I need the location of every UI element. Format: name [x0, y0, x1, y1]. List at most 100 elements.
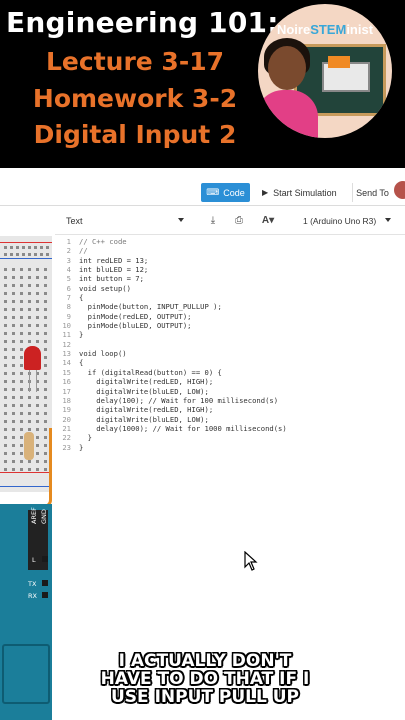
- code-line[interactable]: 7{: [55, 293, 405, 302]
- breadboard-hole: [20, 316, 23, 319]
- breadboard-hole: [44, 308, 47, 311]
- breadboard-hole: [28, 420, 31, 423]
- code-line[interactable]: 12: [55, 340, 405, 349]
- code-lines[interactable]: 1 // C++ code 2 // 3 int redLED = 13; 4 int blu…: [55, 237, 405, 452]
- code-text: delay(100); // Wait for 100 millisecond(…: [79, 395, 279, 405]
- code-text: void loop(): [79, 349, 127, 359]
- code-line[interactable]: 19 digitalWrite(redLED, HIGH);: [55, 405, 405, 414]
- line-number: 21: [62, 423, 71, 433]
- breadboard-hole: [36, 420, 39, 423]
- code-line[interactable]: 10 pinMode(bluLED, OUTPUT);: [55, 321, 405, 330]
- avatar[interactable]: [394, 181, 405, 199]
- line-number: 3: [66, 255, 71, 265]
- code-line[interactable]: 23}: [55, 443, 405, 452]
- code-mode-select[interactable]: Text: [59, 211, 189, 230]
- code-button[interactable]: ⌨ Code: [201, 183, 250, 202]
- code-line[interactable]: 3 int redLED = 13;: [55, 256, 405, 265]
- line-number: 2: [66, 246, 71, 256]
- breadboard-hole: [4, 436, 7, 439]
- orange-wire[interactable]: [38, 428, 52, 508]
- code-line[interactable]: 2 //: [55, 246, 405, 255]
- tinkercad-window: ⌨ Code ▶ Start Simulation Send To AREF G…: [0, 168, 405, 720]
- send-to-button[interactable]: Send To: [352, 183, 392, 202]
- code-line[interactable]: 20 digitalWrite(bluLED, LOW);: [55, 415, 405, 424]
- resistor[interactable]: [24, 432, 34, 460]
- banner-line-homework: Homework 3-2: [32, 84, 238, 113]
- download-icon[interactable]: ⤓: [205, 212, 221, 228]
- code-line[interactable]: 13 void loop(): [55, 349, 405, 358]
- code-line[interactable]: 6 void setup(): [55, 284, 405, 293]
- breadboard-hole: [44, 404, 47, 407]
- breadboard-hole: [28, 404, 31, 407]
- breadboard-hole: [20, 444, 23, 447]
- code-text: pinMode(redLED, OUTPUT);: [79, 311, 192, 321]
- breadboard-hole: [36, 332, 39, 335]
- breadboard-hole: [46, 246, 49, 249]
- breadboard-hole: [36, 276, 39, 279]
- code-line[interactable]: 16 digitalWrite(redLED, HIGH);: [55, 377, 405, 386]
- breadboard-hole: [4, 364, 7, 367]
- font-size-icon[interactable]: A▾: [257, 212, 279, 228]
- logo-text: NoireSTEMinist: [258, 22, 392, 37]
- line-number: 9: [66, 311, 71, 321]
- tx-label: TX: [28, 580, 37, 588]
- breadboard-hole: [12, 380, 15, 383]
- breadboard-hole: [28, 316, 31, 319]
- breadboard-hole: [20, 292, 23, 295]
- code-line[interactable]: 14 {: [55, 358, 405, 367]
- breadboard-hole: [20, 436, 23, 439]
- code-line[interactable]: 1 // C++ code: [55, 237, 405, 246]
- breadboard-hole: [12, 356, 15, 359]
- code-line[interactable]: 15 if (digitalRead(button) == 0) {: [55, 368, 405, 377]
- breadboard-hole: [20, 468, 23, 471]
- breadboard-hole: [4, 404, 7, 407]
- code-editor[interactable]: 1 // C++ code 2 // 3 int redLED = 13; 4 int blu…: [55, 235, 405, 720]
- line-number: 8: [66, 302, 71, 312]
- banner-title: Engineering 101:: [6, 6, 279, 39]
- circuit-canvas[interactable]: AREF GND L TX RX: [0, 206, 56, 720]
- board-select[interactable]: 1 (Arduino Uno R3): [295, 211, 395, 230]
- breadboard-hole: [20, 364, 23, 367]
- line-number: 10: [62, 321, 71, 331]
- line-number: 17: [62, 386, 71, 396]
- breadboard-hole: [20, 460, 23, 463]
- tx-indicator: [42, 580, 48, 586]
- breadboard-hole: [12, 268, 15, 271]
- breadboard-hole: [4, 276, 7, 279]
- breadboard-hole: [12, 460, 15, 463]
- editor-toolbar: Text ⤓ ⎙ A▾ 1 (Arduino Uno R3): [55, 206, 405, 235]
- breadboard-hole: [28, 332, 31, 335]
- code-line[interactable]: 11}: [55, 330, 405, 339]
- breadboard-hole: [12, 332, 15, 335]
- code-line[interactable]: 4 int bluLED = 12;: [55, 265, 405, 274]
- breadboard-hole: [36, 292, 39, 295]
- line-number: 7: [66, 293, 71, 303]
- code-line[interactable]: 9 pinMode(redLED, OUTPUT);: [55, 312, 405, 321]
- start-simulation-button[interactable]: ▶ Start Simulation: [256, 183, 346, 202]
- code-line[interactable]: 8 pinMode(button, INPUT_PULLUP );: [55, 302, 405, 311]
- code-line[interactable]: 18 delay(100); // Wait for 100 milliseco…: [55, 396, 405, 405]
- breadboard-hole: [28, 268, 31, 271]
- breadboard-hole: [12, 452, 15, 455]
- breadboard-hole: [40, 246, 43, 249]
- rx-indicator: [42, 592, 48, 598]
- breadboard-hole: [4, 412, 7, 415]
- breadboard-hole: [4, 356, 7, 359]
- line-number: 15: [62, 367, 71, 377]
- red-led[interactable]: [24, 346, 41, 370]
- code-line[interactable]: 17 digitalWrite(bluLED, LOW);: [55, 387, 405, 396]
- code-line[interactable]: 5 int button = 7;: [55, 274, 405, 283]
- code-line[interactable]: 22 }: [55, 433, 405, 442]
- code-line[interactable]: 21 delay(1000); // Wait for 1000 millise…: [55, 424, 405, 433]
- top-toolbar: ⌨ Code ▶ Start Simulation Send To: [0, 168, 405, 206]
- code-text: }: [79, 330, 84, 340]
- breadboard-hole: [4, 372, 7, 375]
- logo-face: [268, 46, 306, 90]
- print-icon[interactable]: ⎙: [231, 212, 247, 228]
- breadboard-hole: [34, 253, 37, 256]
- line-number: 4: [66, 265, 71, 275]
- breadboard-hole: [28, 276, 31, 279]
- breadboard-hole: [44, 412, 47, 415]
- line-number: 22: [62, 433, 71, 443]
- breadboard-hole: [4, 284, 7, 287]
